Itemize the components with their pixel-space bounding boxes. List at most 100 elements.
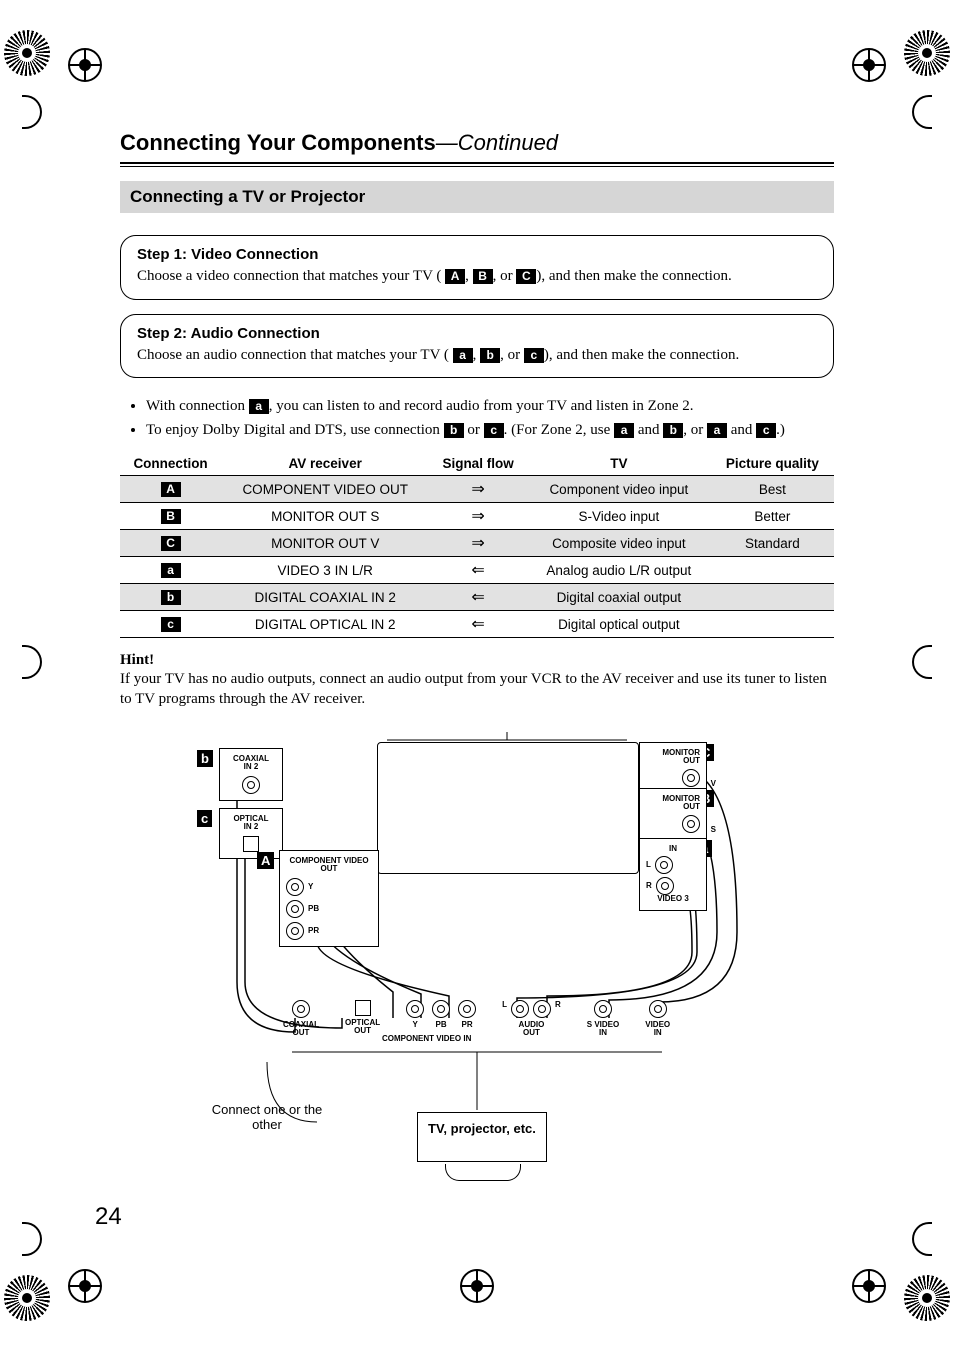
table-body: A COMPONENT VIDEO OUT ⇒ Component video … xyxy=(120,476,834,638)
jack-row: PB xyxy=(286,900,372,918)
jack-icon xyxy=(406,1000,424,1018)
diagram-badge-c: c xyxy=(197,810,212,827)
badge-c: c xyxy=(484,423,504,438)
svideo-jack-icon xyxy=(682,815,700,833)
print-mark-icon xyxy=(904,1275,950,1321)
label-monitor-out-v: MONITOR OUT V xyxy=(639,742,707,795)
badge-b: b xyxy=(444,423,464,438)
fold-mark-icon xyxy=(22,645,42,679)
jack-col: VIDEO IN xyxy=(645,1000,670,1038)
diagram-badge-b: b xyxy=(197,750,213,767)
row-tv: Digital coaxial output xyxy=(527,584,711,611)
badge-a: a xyxy=(707,423,727,438)
step2-title: Step 2: Audio Connection xyxy=(137,325,817,342)
jack-icon xyxy=(511,1000,529,1018)
step1-text-prefix: Choose a video connection that matches y… xyxy=(137,268,441,284)
row-pq: Standard xyxy=(711,530,834,557)
row-recv: MONITOR OUT V xyxy=(221,530,429,557)
manual-page: Connecting Your Components—Continued Con… xyxy=(0,0,954,1351)
label-text: L xyxy=(502,1000,507,1018)
fold-mark-icon xyxy=(912,95,932,129)
jack-col: COAXIAL OUT xyxy=(283,1000,319,1038)
th-receiver: AV receiver xyxy=(221,452,429,476)
label-text: MONITOR OUT xyxy=(662,794,700,812)
header-rule-icon xyxy=(120,162,834,167)
label-text: VIDEO IN xyxy=(645,1021,670,1038)
label-text: COMPONENT VIDEO OUT xyxy=(289,856,368,874)
badge-a: a xyxy=(453,348,473,363)
step-box-2: Step 2: Audio Connection Choose an audio… xyxy=(120,314,834,379)
jack-icon xyxy=(242,776,260,794)
print-mark-icon xyxy=(4,1275,50,1321)
table-header-row: Connection AV receiver Signal flow TV Pi… xyxy=(120,452,834,476)
jack-icon xyxy=(432,1000,450,1018)
flow-arrow-icon: ⇐ xyxy=(429,611,527,638)
jack-col: L R AUDIO OUT xyxy=(502,1000,561,1038)
jack-row: PR xyxy=(286,922,372,940)
step1-text-suffix: ), and then make the connection. xyxy=(536,268,731,284)
diagram-badge-A: A xyxy=(257,852,274,869)
fold-mark-icon xyxy=(22,1222,42,1256)
label-text: COAXIAL OUT xyxy=(283,1021,319,1038)
label-text: COAXIAL IN 2 xyxy=(233,754,269,772)
jack-icon xyxy=(286,878,304,896)
label-text: R xyxy=(555,1000,561,1018)
row-tv: Digital optical output xyxy=(527,611,711,638)
label-text: MONITOR OUT xyxy=(662,748,700,766)
print-mark-icon xyxy=(904,30,950,76)
connection-table: Connection AV receiver Signal flow TV Pi… xyxy=(120,452,834,638)
jack-icon xyxy=(286,922,304,940)
label-text: R xyxy=(646,882,652,891)
label-text: S VIDEO IN xyxy=(587,1021,619,1038)
badge-A: A xyxy=(445,269,465,284)
fold-mark-icon xyxy=(912,645,932,679)
tv-jack-row: COAXIAL OUT OPTICAL OUT Y PB PR L xyxy=(283,1000,670,1038)
row-recv: COMPONENT VIDEO OUT xyxy=(221,476,429,503)
step2-text-prefix: Choose an audio connection that matches … xyxy=(137,347,449,363)
jack-col: PR xyxy=(458,1000,476,1038)
page-header: Connecting Your Components—Continued xyxy=(120,130,834,156)
row-recv: VIDEO 3 IN L/R xyxy=(221,557,429,584)
jack-col: PB xyxy=(432,1000,450,1038)
flow-arrow-icon: ⇐ xyxy=(429,557,527,584)
hint-body: If your TV has no audio outputs, connect… xyxy=(120,669,834,710)
label-text: L xyxy=(646,861,651,870)
flow-arrow-icon: ⇒ xyxy=(429,530,527,557)
row-tv: Component video input xyxy=(527,476,711,503)
label-monitor-out-s: MONITOR OUT S xyxy=(639,788,707,841)
list-item: To enjoy Dolby Digital and DTS, use conn… xyxy=(146,418,834,442)
jack-col: OPTICAL OUT xyxy=(345,1000,380,1038)
jack-row: R xyxy=(646,877,700,895)
table-row: a VIDEO 3 IN L/R ⇐ Analog audio L/R outp… xyxy=(120,557,834,584)
note2-p7: .) xyxy=(776,422,785,438)
jack-icon xyxy=(292,1000,310,1018)
page-number: 24 xyxy=(95,1203,122,1231)
note1-prefix: With connection xyxy=(146,398,249,414)
label-text: PR xyxy=(462,1021,473,1029)
badge-C: C xyxy=(516,269,536,284)
row-badge: b xyxy=(161,590,181,605)
row-tv: Composite video input xyxy=(527,530,711,557)
fold-mark-icon xyxy=(912,1222,932,1256)
row-badge: c xyxy=(161,617,181,632)
note2-p1: To enjoy Dolby Digital and DTS, use conn… xyxy=(146,422,444,438)
badge-b: b xyxy=(480,348,500,363)
step2-text-suffix: ), and then make the connection. xyxy=(544,347,739,363)
note2-p6: and xyxy=(727,422,756,438)
th-connection: Connection xyxy=(120,452,221,476)
note2-p3: . (For Zone 2, use xyxy=(504,422,614,438)
step2-body: Choose an audio connection that matches … xyxy=(137,346,817,366)
th-tv: TV xyxy=(527,452,711,476)
label-text: Y xyxy=(412,1021,417,1029)
step1-body: Choose a video connection that matches y… xyxy=(137,267,817,287)
label-text: PR xyxy=(308,927,319,936)
row-badge: a xyxy=(161,563,181,578)
row-recv: MONITOR OUT S xyxy=(221,503,429,530)
th-quality: Picture quality xyxy=(711,452,834,476)
hint-title: Hint! xyxy=(120,652,834,669)
crosshair-icon xyxy=(852,1269,886,1303)
svideo-jack-icon xyxy=(594,1000,612,1018)
label-text: VIDEO 3 xyxy=(657,894,689,903)
table-row: A COMPONENT VIDEO OUT ⇒ Component video … xyxy=(120,476,834,503)
jack-icon xyxy=(458,1000,476,1018)
